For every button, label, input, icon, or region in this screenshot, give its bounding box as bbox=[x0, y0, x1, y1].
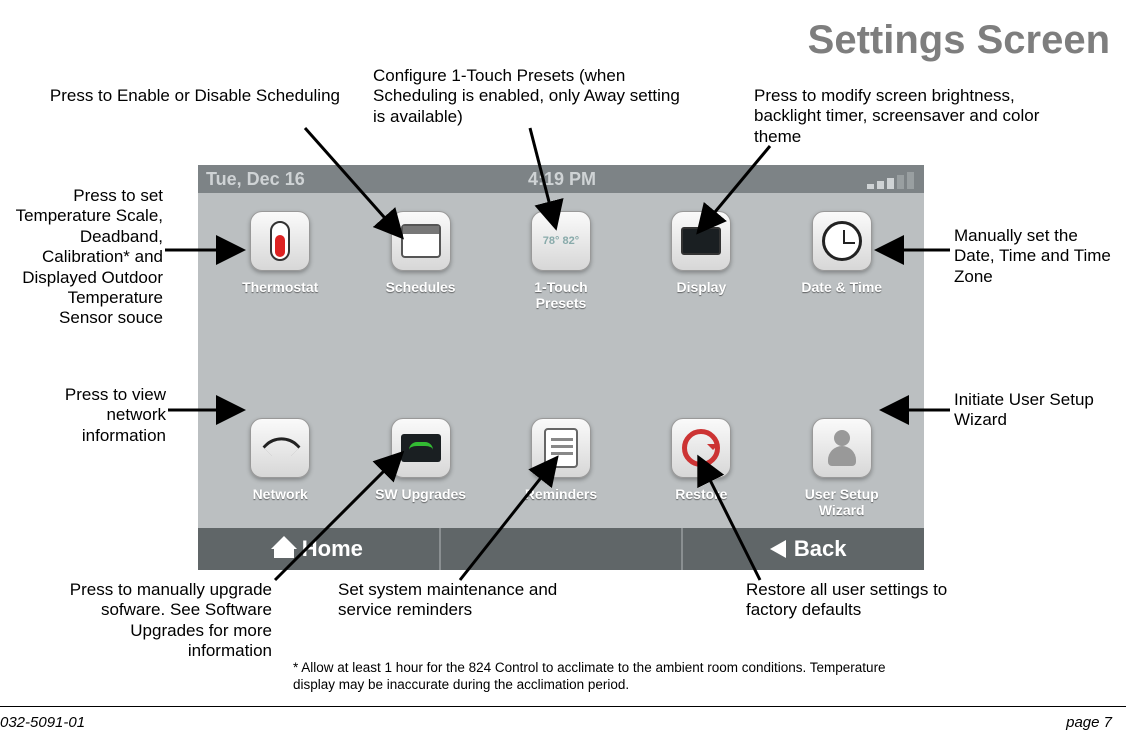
footer-rule bbox=[0, 706, 1126, 707]
footnote: * Allow at least 1 hour for the 824 Cont… bbox=[293, 660, 907, 694]
arrow-icon bbox=[0, 0, 1126, 739]
page-number: page 7 bbox=[1066, 714, 1112, 731]
document-number: 032-5091-01 bbox=[0, 714, 85, 731]
